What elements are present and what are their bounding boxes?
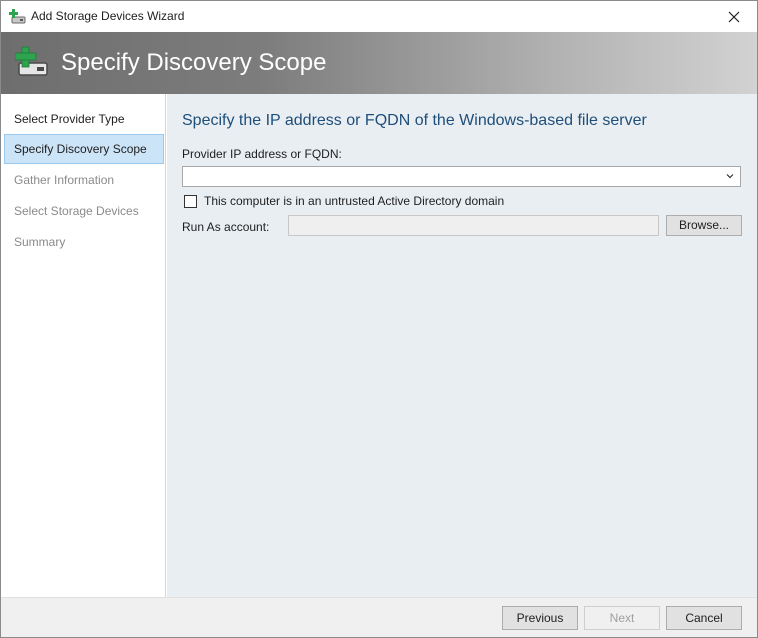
chevron-down-icon[interactable]	[724, 170, 736, 182]
untrusted-domain-label[interactable]: This computer is in an untrusted Active …	[204, 194, 504, 208]
nav-step-select-provider-type[interactable]: Select Provider Type	[4, 104, 164, 134]
title-bar: Add Storage Devices Wizard	[1, 1, 757, 32]
main-content: Specify the IP address or FQDN of the Wi…	[167, 94, 757, 597]
browse-button[interactable]: Browse...	[666, 215, 742, 236]
untrusted-domain-option[interactable]: This computer is in an untrusted Active …	[184, 193, 504, 209]
provider-address-combobox[interactable]	[182, 166, 741, 187]
close-button[interactable]	[711, 1, 757, 32]
nav-step-label: Select Provider Type	[14, 112, 125, 126]
close-icon	[728, 11, 740, 22]
provider-address-label: Provider IP address or FQDN:	[182, 147, 342, 161]
wizard-steps-nav: Select Provider Type Specify Discovery S…	[1, 94, 166, 597]
storage-add-icon	[15, 46, 48, 76]
nav-step-gather-information: Gather Information	[4, 165, 164, 195]
wizard-footer: Previous Next Cancel	[1, 597, 757, 637]
storage-add-icon	[9, 9, 26, 24]
nav-step-label: Gather Information	[14, 173, 115, 187]
page-title: Specify Discovery Scope	[61, 49, 327, 76]
run-as-account-label: Run As account:	[182, 220, 270, 234]
cancel-button[interactable]: Cancel	[666, 606, 742, 630]
untrusted-domain-checkbox[interactable]	[184, 194, 197, 208]
nav-step-specify-discovery-scope[interactable]: Specify Discovery Scope	[4, 134, 164, 164]
run-as-account-field	[288, 215, 659, 236]
next-button: Next	[584, 606, 660, 630]
nav-step-select-storage-devices: Select Storage Devices	[4, 196, 164, 226]
previous-button[interactable]: Previous	[502, 606, 578, 630]
nav-step-label: Summary	[14, 235, 66, 249]
nav-step-label: Specify Discovery Scope	[14, 142, 147, 156]
window-title: Add Storage Devices Wizard	[31, 9, 185, 23]
wizard-window: Add Storage Devices Wizard Specify Disco…	[0, 0, 758, 638]
section-heading: Specify the IP address or FQDN of the Wi…	[182, 112, 647, 129]
header-banner: Specify Discovery Scope	[1, 32, 757, 94]
nav-step-label: Select Storage Devices	[14, 204, 139, 218]
nav-step-summary: Summary	[4, 227, 164, 257]
